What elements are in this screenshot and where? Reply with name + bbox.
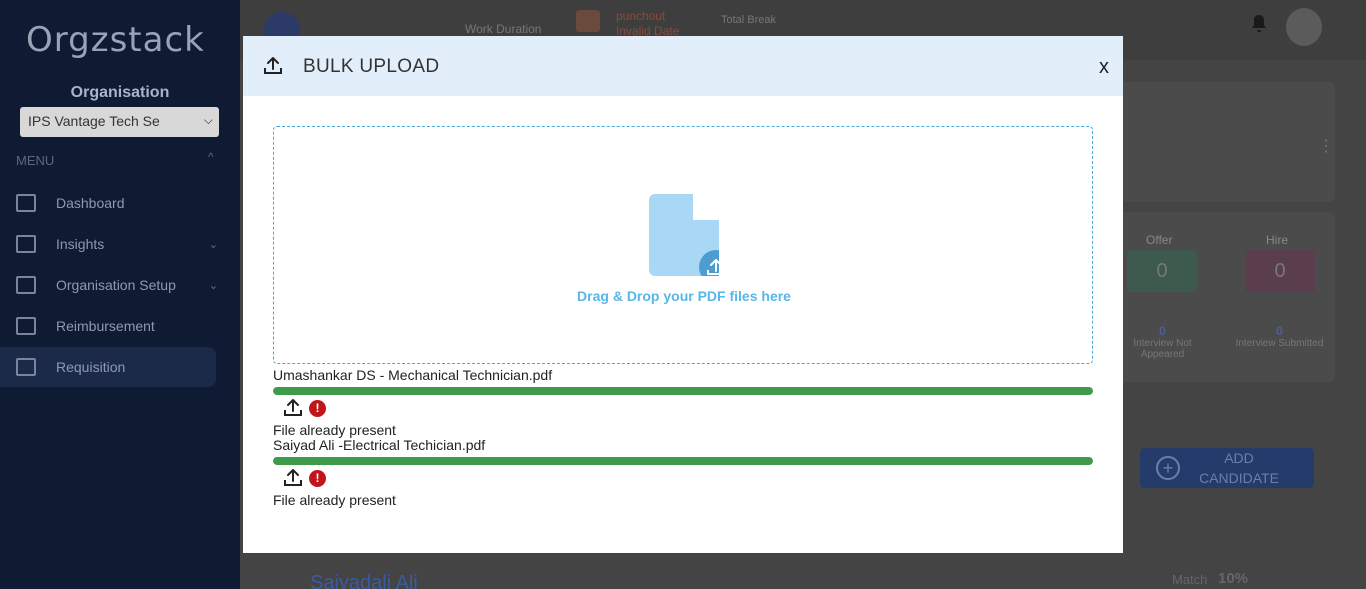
modal-header: BULK UPLOAD x xyxy=(243,36,1123,96)
error-icon: ! xyxy=(309,469,326,487)
pdf-file-upload-icon xyxy=(649,194,719,276)
upload-progress-fill xyxy=(273,387,1093,395)
file-dropzone[interactable]: Drag & Drop your PDF files here xyxy=(273,126,1093,364)
error-icon: ! xyxy=(309,399,326,417)
close-button[interactable]: x xyxy=(1099,56,1109,79)
retry-upload-icon[interactable] xyxy=(283,398,303,418)
file-status-text: File already present xyxy=(273,492,396,508)
upload-progress-fill xyxy=(273,457,1093,465)
dropzone-text: Drag & Drop your PDF files here xyxy=(577,288,791,304)
file-status-icons: ! xyxy=(273,398,1093,418)
modal-title: BULK UPLOAD xyxy=(303,56,440,77)
bulk-upload-modal: BULK UPLOAD x Drag & Drop your PDF files… xyxy=(243,36,1123,553)
file-status-icons: ! xyxy=(273,468,1093,488)
file-name: Umashankar DS - Mechanical Technician.pd… xyxy=(273,367,553,383)
file-entry: Umashankar DS - Mechanical Technician.pd… xyxy=(273,367,1093,439)
upload-icon xyxy=(264,57,282,74)
upload-progress-bar xyxy=(273,457,1093,465)
upload-progress-bar xyxy=(273,387,1093,395)
retry-upload-icon[interactable] xyxy=(283,468,303,488)
file-entry: Saiyad Ali -Electrical Techician.pdf ! F… xyxy=(273,437,1093,509)
file-name: Saiyad Ali -Electrical Techician.pdf xyxy=(273,437,486,453)
